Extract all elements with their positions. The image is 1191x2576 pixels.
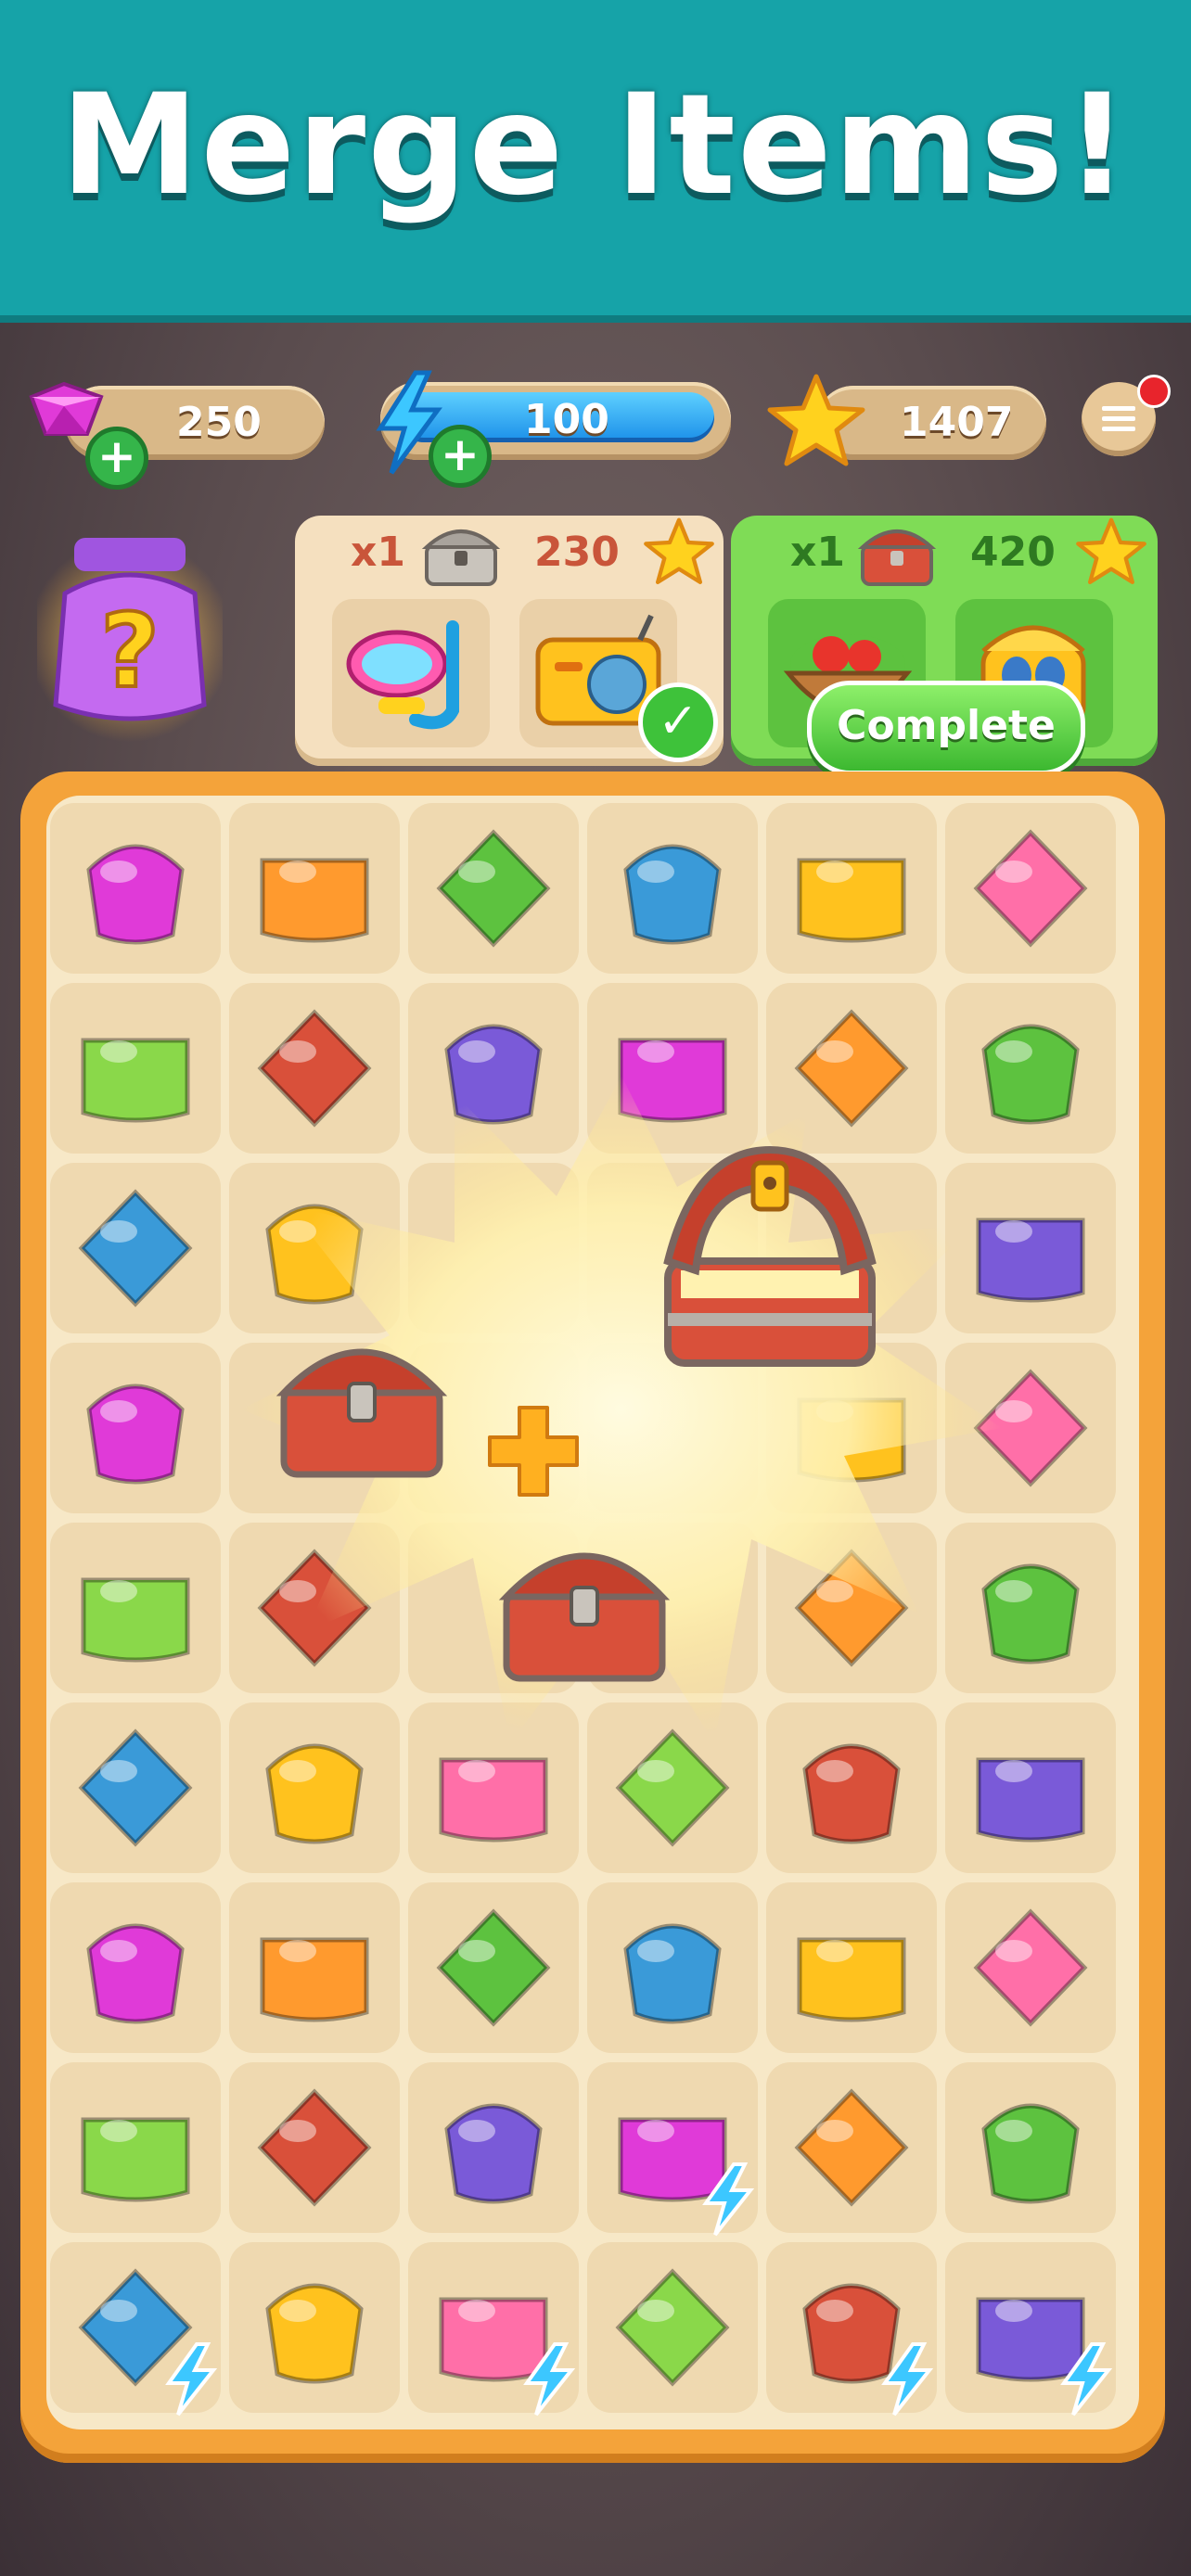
earbuds-case-icon[interactable] <box>429 1903 558 2033</box>
mystery-bag-icon[interactable]: ? <box>37 519 223 742</box>
donut-icon[interactable] <box>70 1723 200 1853</box>
shorts-icon[interactable] <box>966 1903 1095 2033</box>
boomerang-icon[interactable] <box>429 2083 558 2213</box>
title-banner: Merge Items! <box>0 0 1191 315</box>
board-cell[interactable] <box>945 2062 1116 2233</box>
stars-value: 1407 <box>900 399 1014 446</box>
board-cell[interactable] <box>50 803 221 974</box>
board-cell[interactable] <box>766 2242 937 2417</box>
snorkel-mask-icon <box>346 620 459 730</box>
radio-icon[interactable] <box>608 1903 737 2033</box>
board-cell[interactable] <box>766 2062 937 2233</box>
silver-chest-icon <box>421 529 501 586</box>
sunglasses-icon[interactable] <box>70 1903 200 2033</box>
gems-value: 250 <box>176 399 262 446</box>
energy-bolt-icon <box>523 2342 576 2417</box>
closed-chest-icon <box>498 1552 671 1682</box>
flashlight-icon[interactable] <box>608 823 737 953</box>
order-quantity: x1 <box>790 529 845 576</box>
board-cell[interactable] <box>408 2242 579 2417</box>
comb-icon[interactable] <box>787 1903 916 2033</box>
lunchbox-icon[interactable] <box>787 823 916 953</box>
board-cell[interactable] <box>945 2242 1116 2417</box>
board-cell[interactable] <box>229 2242 400 2413</box>
open-chest-icon <box>663 1145 877 1367</box>
closed-chest-icon <box>275 1348 448 1478</box>
flippers-icon[interactable] <box>250 2083 379 2213</box>
order-reward-value: 230 <box>534 529 620 576</box>
salad-bowl-icon[interactable] <box>70 1183 200 1313</box>
board-cell[interactable] <box>50 1523 221 1693</box>
gems-cluster-icon[interactable] <box>70 823 200 953</box>
energy-bolt-icon <box>881 2342 934 2417</box>
shovel-icon[interactable] <box>429 823 558 953</box>
energy-value: 100 <box>524 396 609 443</box>
board-cell[interactable] <box>945 1882 1116 2053</box>
beach-ball-icon[interactable] <box>250 2263 379 2392</box>
add-energy-button[interactable]: + <box>429 425 492 488</box>
board-cell[interactable] <box>408 1882 579 2053</box>
banner-title: Merge Items! <box>60 65 1131 226</box>
red-chest-icon <box>857 529 937 586</box>
board-cell[interactable] <box>945 803 1116 974</box>
complete-order-button[interactable]: Complete <box>807 681 1085 775</box>
perfume-bottle-icon[interactable] <box>608 2263 737 2392</box>
board-cell[interactable] <box>766 1882 937 2053</box>
board-cell[interactable] <box>50 1702 221 1873</box>
candles-icon[interactable] <box>787 2083 916 2213</box>
plus-icon <box>488 1406 579 1497</box>
sun-hat-icon[interactable] <box>70 2083 200 2213</box>
board-cell[interactable] <box>587 2242 758 2413</box>
board-cell[interactable] <box>587 803 758 974</box>
add-gems-button[interactable]: + <box>85 427 148 490</box>
board-cell[interactable] <box>50 2242 221 2417</box>
energy-bolt-icon <box>702 2162 755 2237</box>
order-reward-value: 420 <box>970 529 1056 576</box>
order-item-slot <box>332 599 490 747</box>
star-icon <box>767 374 865 466</box>
cooler-box-icon[interactable] <box>250 1903 379 2033</box>
board-cell[interactable] <box>229 1882 400 2053</box>
board-cell[interactable] <box>587 1882 758 2053</box>
board-cell[interactable] <box>766 803 937 974</box>
star-icon <box>644 517 714 584</box>
pink-crate-swirl-icon[interactable] <box>250 823 379 953</box>
ice-cream-icon[interactable] <box>70 1543 200 1673</box>
order-card[interactable]: x1 230 ✓ <box>295 516 724 766</box>
notification-dot <box>1137 375 1171 408</box>
board-cell[interactable] <box>50 1163 221 1333</box>
star-icon <box>1076 517 1146 584</box>
board-cell[interactable] <box>50 983 221 1154</box>
hamburger-menu-icon <box>1102 406 1135 431</box>
board-cell[interactable] <box>50 1882 221 2053</box>
board-cell[interactable] <box>408 803 579 974</box>
energy-bolt-icon <box>1060 2342 1113 2417</box>
board-cell[interactable] <box>587 2062 758 2237</box>
veggie-bowl-icon[interactable] <box>70 1363 200 1493</box>
grill-pot-icon[interactable] <box>70 1003 200 1133</box>
board-cell[interactable] <box>229 2062 400 2233</box>
mystery-glyph: ? <box>100 592 160 710</box>
board-cell[interactable] <box>408 2062 579 2233</box>
soap-icon[interactable] <box>966 2083 1095 2213</box>
energy-bolt-icon <box>165 2342 218 2417</box>
cooking-pot-icon[interactable] <box>966 823 1095 953</box>
order-quantity: x1 <box>351 529 405 576</box>
board-cell[interactable] <box>50 2062 221 2233</box>
checkmark-icon: ✓ <box>638 682 718 762</box>
board-cell[interactable] <box>229 803 400 974</box>
board-cell[interactable] <box>50 1343 221 1513</box>
